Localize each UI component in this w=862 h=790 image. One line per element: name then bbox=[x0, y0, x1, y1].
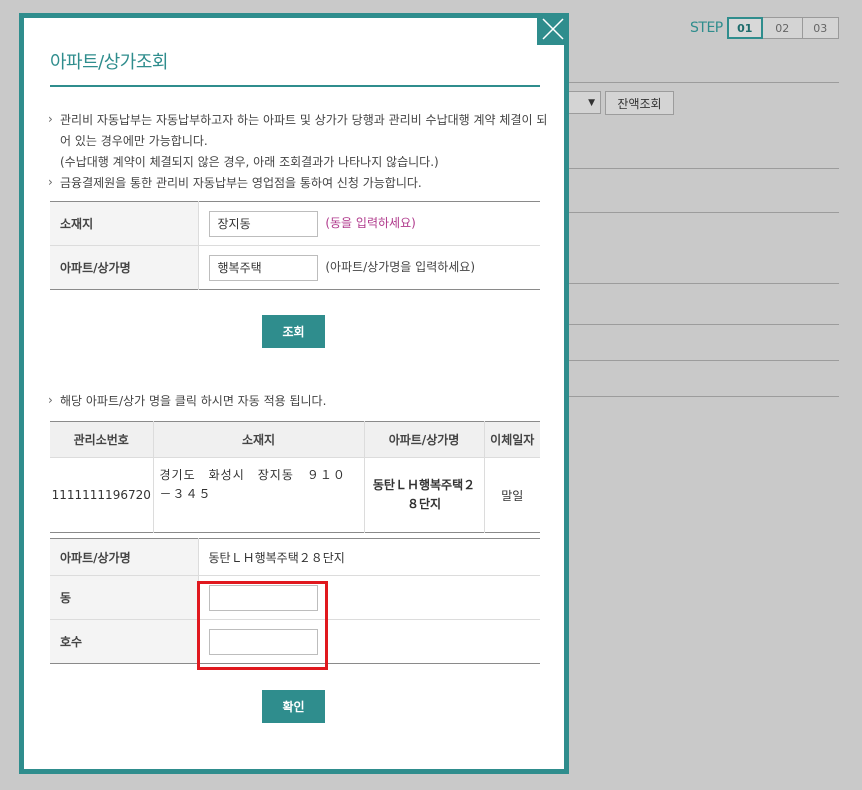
col-header-address: 소재지 bbox=[153, 421, 365, 458]
modal-title: 아파트/상가조회 bbox=[50, 52, 168, 73]
ho-label: 호수 bbox=[50, 619, 199, 664]
apartment-name-hint: (아파트/상가명을 입력하세요) bbox=[325, 260, 476, 274]
col-header-transfer-date: 이체일자 bbox=[484, 421, 540, 458]
location-hint: (동을 입력하세요) bbox=[325, 216, 416, 230]
address-cell: 경기도 화성시 장지동 ９１０－３４５ bbox=[153, 457, 365, 533]
transfer-date-cell: 말일 bbox=[501, 488, 524, 503]
selected-apartment-label: 아파트/상가명 bbox=[50, 538, 199, 576]
location-label: 소재지 bbox=[50, 201, 199, 246]
dong-input[interactable] bbox=[208, 584, 318, 611]
title-divider bbox=[50, 85, 540, 87]
divider bbox=[560, 396, 839, 397]
balance-inquiry-button[interactable]: 잔액조회 bbox=[605, 91, 674, 115]
divider bbox=[560, 360, 839, 361]
step-01: 01 bbox=[726, 17, 763, 39]
apartment-name-input[interactable] bbox=[208, 254, 318, 281]
account-select[interactable]: ▼ bbox=[565, 91, 601, 114]
notice-list: 관리비 자동납부는 자동납부하고자 하는 아파트 및 상가가 당행과 관리비 수… bbox=[48, 109, 548, 194]
chevron-down-icon: ▼ bbox=[588, 97, 595, 108]
divider bbox=[560, 324, 839, 325]
search-form: 소재지 (동을 입력하세요) 아파트/상가명 (아파트/상가명을 입력하세요) bbox=[50, 201, 540, 290]
step-02: 02 bbox=[762, 17, 803, 39]
notice-item: 금융결제원을 통한 관리비 자동납부는 영업점을 통하여 신청 가능합니다. bbox=[48, 172, 548, 194]
close-icon bbox=[542, 18, 564, 40]
ho-input[interactable] bbox=[208, 628, 318, 655]
apartment-name-label: 아파트/상가명 bbox=[50, 245, 199, 290]
notice-item: 관리비 자동납부는 자동납부하고자 하는 아파트 및 상가가 당행과 관리비 수… bbox=[48, 109, 548, 152]
office-no-cell: 1111111196720 bbox=[50, 457, 154, 533]
divider bbox=[560, 82, 839, 83]
step-03: 03 bbox=[802, 17, 839, 39]
selected-apartment-value: 동탄ＬＨ행복주택２８단지 bbox=[208, 550, 345, 565]
result-table: 관리소번호 소재지 아파트/상가명 이체일자 1111111196720 경기도… bbox=[50, 421, 540, 533]
step-label: STEP bbox=[690, 20, 723, 36]
close-button[interactable] bbox=[537, 13, 569, 45]
result-notice-text: 해당 아파트/상가 명을 클릭 하시면 자동 적용 됩니다. bbox=[48, 390, 548, 412]
result-notice: 해당 아파트/상가 명을 클릭 하시면 자동 적용 됩니다. bbox=[48, 390, 548, 412]
confirm-button[interactable]: 확인 bbox=[262, 690, 325, 723]
detail-form: 아파트/상가명 동탄ＬＨ행복주택２８단지 동 호수 bbox=[50, 538, 540, 664]
step-indicator: STEP 01 02 03 bbox=[690, 17, 839, 39]
apartment-search-modal: 아파트/상가조회 관리비 자동납부는 자동납부하고자 하는 아파트 및 상가가 … bbox=[19, 13, 569, 774]
divider bbox=[560, 212, 839, 213]
apartment-name-link[interactable]: 동탄ＬＨ행복주택２８단지 bbox=[364, 457, 485, 533]
col-header-office-no: 관리소번호 bbox=[50, 421, 154, 458]
location-input[interactable] bbox=[208, 210, 318, 237]
table-row[interactable]: 1111111196720 경기도 화성시 장지동 ９１０－３４５ 동탄ＬＨ행복… bbox=[50, 457, 540, 533]
col-header-apartment: 아파트/상가명 bbox=[364, 421, 485, 458]
search-button[interactable]: 조회 bbox=[262, 315, 325, 348]
divider bbox=[560, 168, 839, 169]
dong-label: 동 bbox=[50, 575, 199, 620]
notice-subitem: (수납대행 계약이 체결되지 않은 경우, 아래 조회결과가 나타나지 않습니다… bbox=[60, 155, 439, 169]
divider bbox=[560, 283, 839, 284]
